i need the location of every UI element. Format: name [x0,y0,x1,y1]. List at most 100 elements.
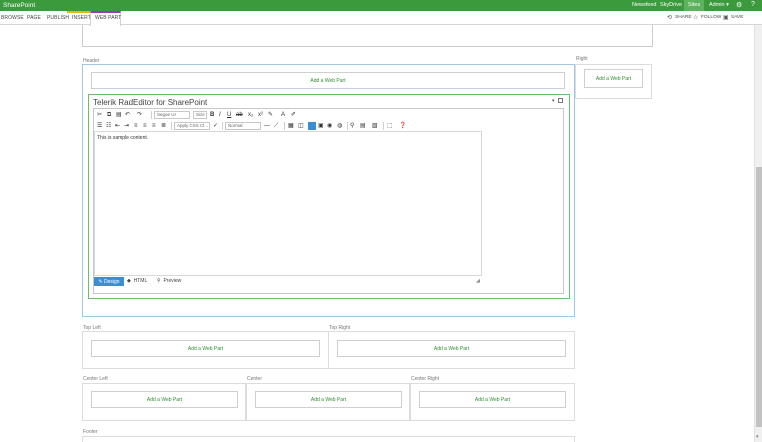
toolbar-separator [284,122,285,130]
web-part-menu-icon[interactable]: ▾ [552,98,555,104]
toolbar-separator [171,122,172,130]
align-right-icon[interactable]: ≡ [152,122,156,130]
table-icon[interactable]: ▦ [288,122,294,130]
top-left-add-web-part-button[interactable]: Add a Web Part [91,340,320,357]
newsfeed-link[interactable]: Newsfeed [632,2,656,8]
find-replace-icon[interactable]: ⚲ [350,122,354,130]
footer-zone-label: Footer [83,429,98,435]
template-icon[interactable]: ◫ [298,122,304,130]
code-icon: ◆ [127,278,133,284]
center-right-add-web-part-button[interactable]: Add a Web Part [419,391,566,408]
media-icon[interactable]: ◉ [327,122,332,130]
bullet-list-icon[interactable]: ☰ [97,122,102,130]
subscript-icon[interactable]: x₂ [248,111,253,119]
toolbar-separator [151,111,152,119]
css-class-select[interactable]: Apply CSS Cl... [174,122,210,130]
toolbar-row-2: ☰ ☷ ⇤ ⇥ ≡ ≡ ≡ ≣ Apply CSS Cl... ✓ Normal… [94,121,563,131]
top-zone [82,25,653,47]
underline-icon[interactable]: U [227,111,231,119]
fullscreen-icon[interactable]: ⬚ [387,122,393,130]
header-add-web-part-button[interactable]: Add a Web Part [91,72,565,89]
sites-link[interactable]: Sites [688,2,700,8]
help-icon[interactable]: ? [751,1,755,8]
web-part-title: Telerik RadEditor for SharePoint [93,98,208,107]
html-mode-tab[interactable]: ◆ HTML [127,278,147,284]
font-color-icon[interactable]: A [281,111,285,119]
hyperlink-icon[interactable] [308,122,316,130]
toolbar-separator [383,122,384,130]
editor-content-text[interactable]: This is sample content. [97,135,148,141]
font-name-select[interactable]: Segoe UI [154,111,190,119]
editor-content-area[interactable]: This is sample content. [94,131,482,276]
highlight-icon[interactable]: ✐ [291,111,296,119]
design-mode-tab[interactable]: ✎ Design [94,277,124,286]
image-icon[interactable]: ▣ [318,122,324,130]
strikethrough-icon[interactable]: ab [236,111,243,119]
font-size-select[interactable]: Size [193,111,207,119]
numbered-list-icon[interactable]: ☷ [106,122,111,130]
tab-insert[interactable]: INSERT [72,15,91,21]
footer-zone [82,436,575,442]
ribbon-tabs: BROWSE PAGE PUBLISH INSERT WEB PART ⟲ SH… [0,11,762,26]
html-mode-label: HTML [133,278,148,284]
undo-icon[interactable]: ↶ [125,111,130,119]
resize-grip-icon[interactable]: ◢ [476,278,480,284]
bold-icon[interactable]: B [210,111,214,119]
align-left-icon[interactable]: ≡ [134,122,138,130]
center-left-zone-label: Center Left [83,376,108,382]
horizontal-rule-icon[interactable]: ― [264,122,270,130]
top-right-add-web-part-button[interactable]: Add a Web Part [337,340,566,357]
right-add-web-part-button[interactable]: Add a Web Part [584,69,643,88]
vertical-scrollbar[interactable]: ▾ [754,25,762,442]
document-manager-icon[interactable]: ▤ [360,122,366,130]
format-painter-icon[interactable]: ⟋ [274,122,278,130]
save-icon[interactable]: ▣ [723,14,729,21]
magnifier-icon: ⚲ [157,278,163,284]
flash-icon[interactable]: ◍ [337,122,342,130]
align-justify-icon[interactable]: ≣ [161,122,166,130]
save-button[interactable]: SAVE [731,15,743,20]
indent-icon[interactable]: ⇥ [124,122,129,130]
center-right-zone-label: Center Right [411,376,440,382]
center-left-add-web-part-button[interactable]: Add a Web Part [91,391,238,408]
tab-publish[interactable]: PUBLISH [47,15,69,21]
toolbar-separator [347,122,348,130]
superscript-icon[interactable]: x² [258,111,263,119]
suite-bar: SharePoint Newsfeed SkyDrive Sites Admin… [0,0,762,11]
scroll-down-icon[interactable]: ▾ [756,434,759,440]
tab-page[interactable]: PAGE [27,15,41,21]
share-icon[interactable]: ⟲ [667,14,672,21]
tab-browse[interactable]: BROWSE [1,15,24,21]
preview-mode-label: Preview [163,278,182,284]
center-zone-label: Center [247,376,263,382]
web-part-select-checkbox[interactable] [558,98,563,103]
scroll-thumb[interactable] [756,167,762,427]
italic-icon[interactable]: I [219,111,221,119]
skydrive-link[interactable]: SkyDrive [660,2,682,8]
redo-icon[interactable]: ↷ [137,111,142,119]
paste-options-icon[interactable]: ▧ [372,122,378,130]
right-zone-label: Right [576,56,588,62]
paragraph-style-select[interactable]: Normal [225,122,261,130]
preview-mode-tab[interactable]: ⚲ Preview [157,278,181,284]
toolbar-row-1: ✂ ⧉ ▤ ↶ ↷ Segoe UI Size B I U ab x₂ x² ✎… [94,110,563,120]
format-stripper-icon[interactable]: ✎ [268,111,273,119]
editor-mode-bar: ✎ Design ◆ HTML ⚲ Preview [93,276,486,287]
user-menu[interactable]: Admin ▾ [709,2,729,8]
copy-icon[interactable]: ⧉ [107,111,111,119]
center-add-web-part-button[interactable]: Add a Web Part [255,391,402,408]
outdent-icon[interactable]: ⇤ [115,122,120,130]
paste-icon[interactable]: ▤ [116,111,122,119]
help-circle-icon[interactable]: ❓ [399,122,406,130]
share-button[interactable]: SHARE [675,15,692,20]
follow-button[interactable]: FOLLOW [701,15,721,20]
design-mode-label: Design [104,278,120,285]
star-icon[interactable]: ☆ [693,14,698,21]
spell-check-icon[interactable]: ✓ [213,122,218,130]
align-center-icon[interactable]: ≡ [143,122,147,130]
sharepoint-brand[interactable]: SharePoint [3,2,35,9]
cut-icon[interactable]: ✂ [97,111,102,119]
tab-web-part[interactable]: WEB PART [95,15,121,21]
toolbar-separator [222,122,223,130]
gear-icon[interactable]: ⚙ [736,1,742,9]
